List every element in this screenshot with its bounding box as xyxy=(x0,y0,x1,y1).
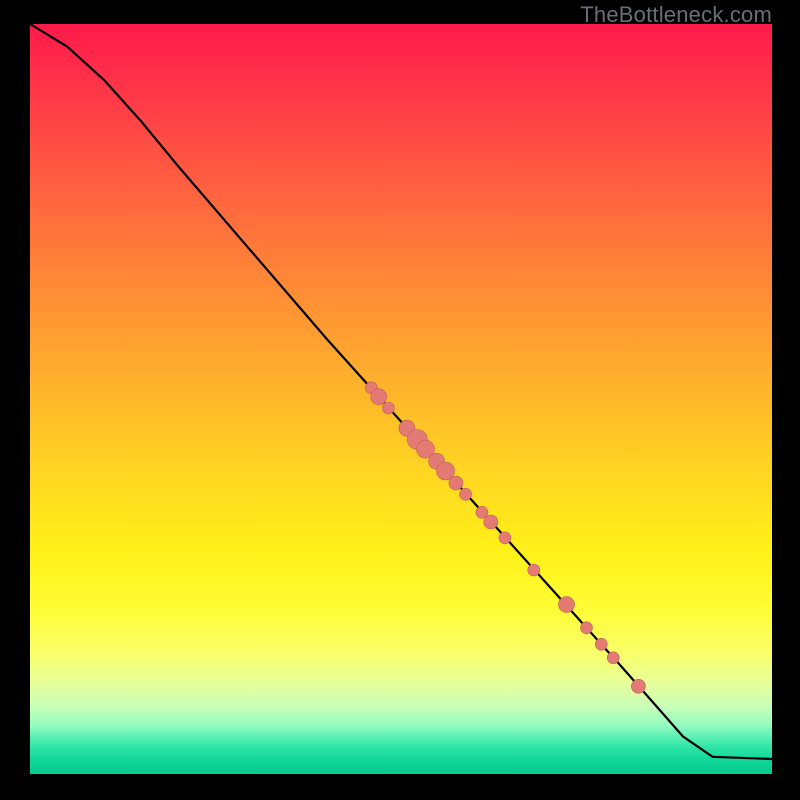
data-point xyxy=(499,532,511,544)
data-point xyxy=(460,488,472,500)
data-points xyxy=(365,382,645,694)
plot-area xyxy=(30,24,772,774)
data-point xyxy=(484,515,498,529)
data-point xyxy=(382,402,394,414)
chart-overlay xyxy=(30,24,772,774)
data-point xyxy=(528,564,540,576)
data-point xyxy=(449,476,463,490)
data-point xyxy=(371,389,387,405)
data-point xyxy=(595,638,607,650)
trend-line xyxy=(30,24,772,759)
data-point xyxy=(607,652,619,664)
data-point xyxy=(581,622,593,634)
data-point xyxy=(559,597,575,613)
data-point xyxy=(631,679,645,693)
chart-stage: TheBottleneck.com xyxy=(0,0,800,800)
